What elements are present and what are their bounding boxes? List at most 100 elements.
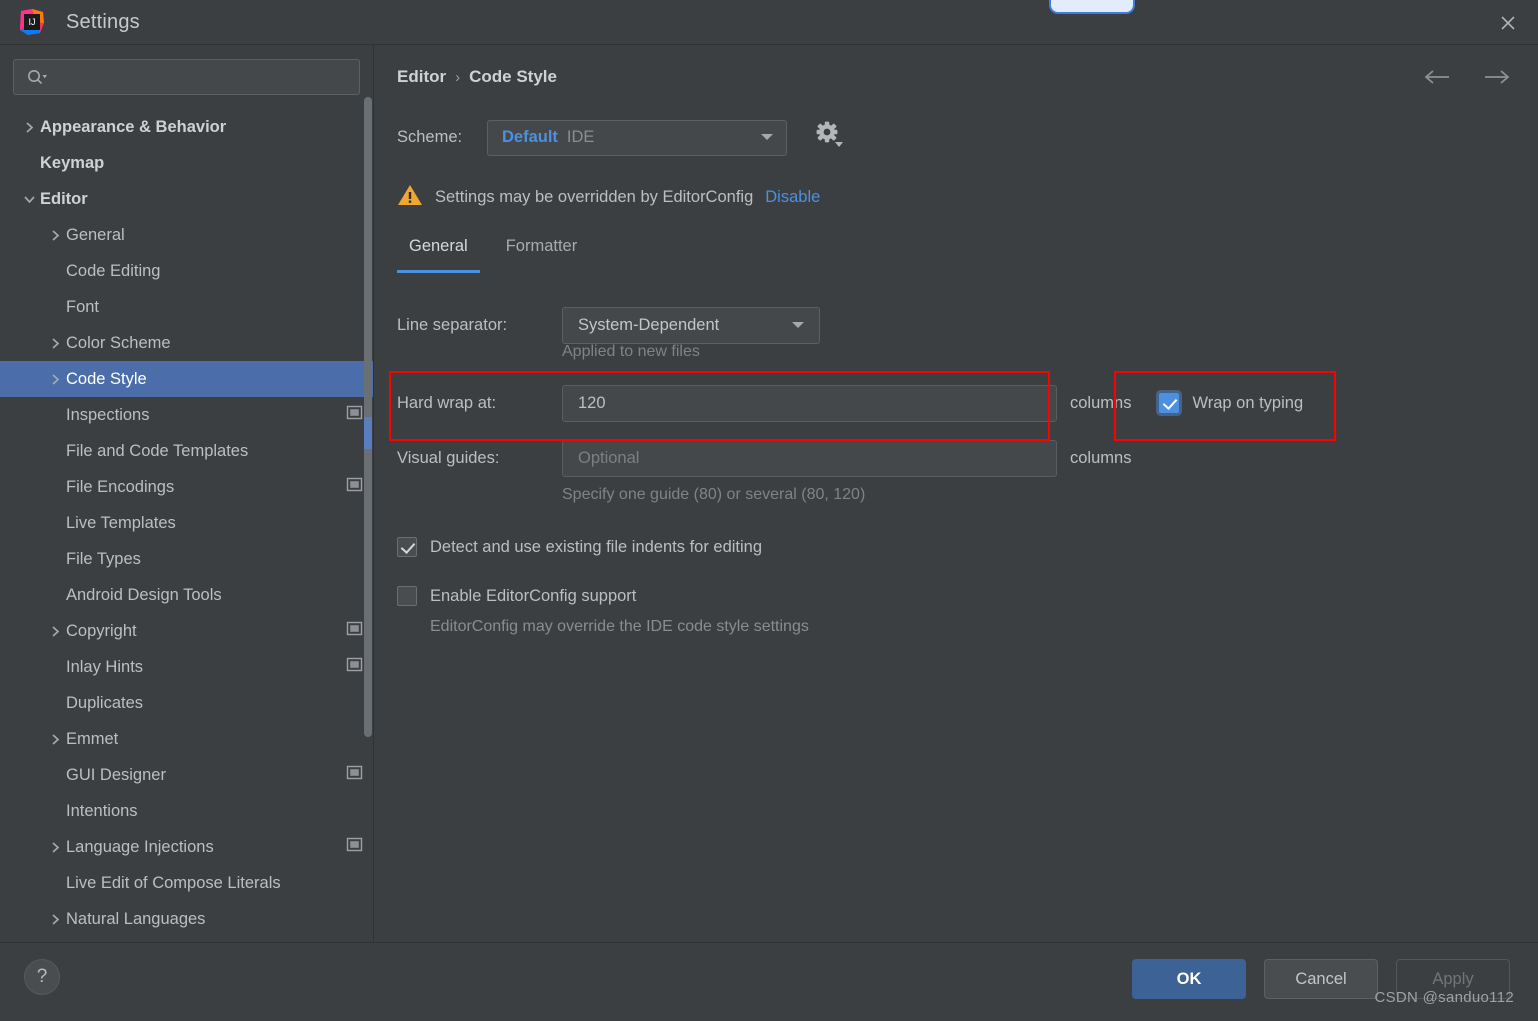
sidebar-item-label: Color Scheme bbox=[66, 333, 171, 352]
line-separator-label: Line separator: bbox=[397, 315, 508, 334]
project-scope-badge-icon bbox=[346, 405, 363, 425]
search-wrapper bbox=[0, 45, 373, 95]
chevron-right-icon[interactable] bbox=[44, 841, 66, 854]
sidebar-item-keymap[interactable]: Keymap bbox=[0, 145, 373, 181]
help-button[interactable]: ? bbox=[24, 959, 60, 995]
chevron-right-icon[interactable] bbox=[44, 733, 66, 746]
search-input[interactable] bbox=[13, 59, 360, 95]
chevron-right-icon[interactable] bbox=[18, 121, 40, 134]
breadcrumb: Editor › Code Style bbox=[397, 67, 557, 87]
project-scope-badge-icon bbox=[346, 477, 363, 497]
settings-tree: Appearance & Behavior Keymap Editor General… bbox=[0, 109, 373, 937]
line-separator-hint: Applied to new files bbox=[562, 343, 700, 360]
detect-indents-label[interactable]: Detect and use existing file indents for… bbox=[430, 538, 762, 557]
breadcrumb-separator: › bbox=[455, 68, 461, 86]
sidebar-item-general[interactable]: General bbox=[0, 217, 373, 253]
settings-sidebar: Appearance & Behavior Keymap Editor General… bbox=[0, 45, 374, 942]
sidebar-item-label: Appearance & Behavior bbox=[40, 117, 227, 136]
sidebar-item-gui-designer[interactable]: GUI Designer bbox=[0, 757, 373, 793]
detect-indents-checkbox[interactable] bbox=[397, 537, 417, 557]
title-bar: IJ Settings bbox=[0, 0, 1538, 45]
chevron-right-icon[interactable] bbox=[44, 229, 66, 242]
sidebar-item-copyright[interactable]: Copyright bbox=[0, 613, 373, 649]
disable-editorconfig-link[interactable]: Disable bbox=[765, 188, 820, 207]
main-panel: Editor › Code Style Scheme: Default IDE … bbox=[375, 45, 1538, 942]
sidebar-item-intentions[interactable]: Intentions bbox=[0, 793, 373, 829]
sidebar-item-language-injections[interactable]: Language Injections bbox=[0, 829, 373, 865]
chevron-right-icon[interactable] bbox=[44, 337, 66, 350]
window-title: Settings bbox=[66, 10, 140, 33]
window-drag-handle[interactable] bbox=[1049, 0, 1135, 14]
gear-icon bbox=[813, 119, 845, 156]
wrap-on-typing-checkbox[interactable] bbox=[1159, 393, 1180, 413]
close-button[interactable] bbox=[1478, 0, 1538, 45]
scheme-row: Scheme: Default IDE bbox=[397, 119, 845, 156]
sidebar-item-label: Emmet bbox=[66, 729, 119, 748]
sidebar-item-label: Keymap bbox=[40, 153, 105, 172]
project-scope-badge-icon bbox=[346, 657, 363, 677]
sidebar-item-duplicates[interactable]: Duplicates bbox=[0, 685, 373, 721]
sidebar-item-label: Intentions bbox=[66, 801, 138, 820]
editorconfig-warning: Settings may be overridden by EditorConf… bbox=[397, 183, 820, 212]
ok-button[interactable]: OK bbox=[1132, 959, 1246, 999]
visual-guides-hint: Specify one guide (80) or several (80, 1… bbox=[562, 486, 866, 503]
scheme-label: Scheme: bbox=[397, 128, 463, 146]
detect-indents-row: Detect and use existing file indents for… bbox=[397, 537, 1507, 557]
scheme-settings-button[interactable] bbox=[813, 119, 845, 156]
project-scope-badge-icon bbox=[346, 837, 363, 857]
hard-wrap-input[interactable]: 120 bbox=[562, 384, 1057, 422]
sidebar-item-inlay-hints[interactable]: Inlay Hints bbox=[0, 649, 373, 685]
sidebar-item-natural-languages[interactable]: Natural Languages bbox=[0, 901, 373, 937]
scheme-value-suffix: IDE bbox=[566, 128, 595, 146]
sidebar-item-label: Copyright bbox=[66, 621, 137, 640]
warning-text: Settings may be overridden by EditorConf… bbox=[435, 188, 754, 206]
sidebar-item-label: Natural Languages bbox=[66, 909, 206, 928]
sidebar-item-file-and-code-templates[interactable]: File and Code Templates bbox=[0, 433, 373, 469]
sidebar-item-label: Inlay Hints bbox=[66, 657, 144, 676]
visual-guides-input[interactable]: Optional bbox=[562, 439, 1057, 477]
arrow-right-icon bbox=[1481, 67, 1511, 92]
breadcrumb-parent[interactable]: Editor bbox=[397, 67, 446, 87]
sidebar-item-emmet[interactable]: Emmet bbox=[0, 721, 373, 757]
sidebar-item-live-edit-of-compose-literals[interactable]: Live Edit of Compose Literals bbox=[0, 865, 373, 901]
enable-editorconfig-label[interactable]: Enable EditorConfig support bbox=[430, 587, 636, 606]
sidebar-scrollbar[interactable] bbox=[364, 45, 373, 942]
chevron-right-icon[interactable] bbox=[44, 625, 66, 638]
dialog-footer: ? OK Cancel Apply CSDN @sanduo112 bbox=[0, 942, 1538, 1021]
back-button[interactable] bbox=[1423, 67, 1453, 92]
scheme-dropdown[interactable]: Default IDE bbox=[487, 119, 787, 156]
sidebar-item-label: Editor bbox=[40, 189, 88, 208]
enable-editorconfig-hint: EditorConfig may override the IDE code s… bbox=[430, 618, 809, 635]
chevron-right-icon[interactable] bbox=[44, 913, 66, 926]
sidebar-item-live-templates[interactable]: Live Templates bbox=[0, 505, 373, 541]
sidebar-item-label: Inspections bbox=[66, 405, 150, 424]
sidebar-item-label: Font bbox=[66, 297, 100, 316]
code-style-form: Line separator: System-Dependent Applied… bbox=[397, 303, 1507, 636]
cancel-button[interactable]: Cancel bbox=[1264, 959, 1378, 999]
sidebar-item-code-style[interactable]: Code Style bbox=[0, 361, 373, 397]
sidebar-item-appearance-behavior[interactable]: Appearance & Behavior bbox=[0, 109, 373, 145]
hard-wrap-row: Hard wrap at: 120 columns Wrap on typing bbox=[397, 381, 1507, 425]
tab-formatter[interactable]: Formatter bbox=[494, 231, 590, 273]
sidebar-item-file-encodings[interactable]: File Encodings bbox=[0, 469, 373, 505]
forward-button[interactable] bbox=[1481, 67, 1511, 92]
wrap-on-typing-label[interactable]: Wrap on typing bbox=[1192, 394, 1303, 413]
tab-general[interactable]: General bbox=[397, 231, 480, 273]
sidebar-item-file-types[interactable]: File Types bbox=[0, 541, 373, 577]
chevron-down-icon[interactable] bbox=[18, 193, 40, 206]
visual-guides-unit: columns bbox=[1070, 448, 1132, 467]
sidebar-item-font[interactable]: Font bbox=[0, 289, 373, 325]
warning-triangle-icon bbox=[397, 183, 423, 212]
line-separator-dropdown[interactable]: System-Dependent bbox=[562, 306, 820, 344]
enable-editorconfig-checkbox[interactable] bbox=[397, 586, 417, 606]
sidebar-item-label: Live Edit of Compose Literals bbox=[66, 873, 281, 892]
sidebar-item-label: File and Code Templates bbox=[66, 441, 249, 460]
project-scope-badge-icon bbox=[346, 765, 363, 785]
sidebar-item-color-scheme[interactable]: Color Scheme bbox=[0, 325, 373, 361]
sidebar-item-inspections[interactable]: Inspections bbox=[0, 397, 373, 433]
sidebar-item-editor[interactable]: Editor bbox=[0, 181, 373, 217]
sidebar-item-label: File Encodings bbox=[66, 477, 175, 496]
sidebar-item-code-editing[interactable]: Code Editing bbox=[0, 253, 373, 289]
sidebar-item-android-design-tools[interactable]: Android Design Tools bbox=[0, 577, 373, 613]
chevron-right-icon[interactable] bbox=[44, 373, 66, 386]
